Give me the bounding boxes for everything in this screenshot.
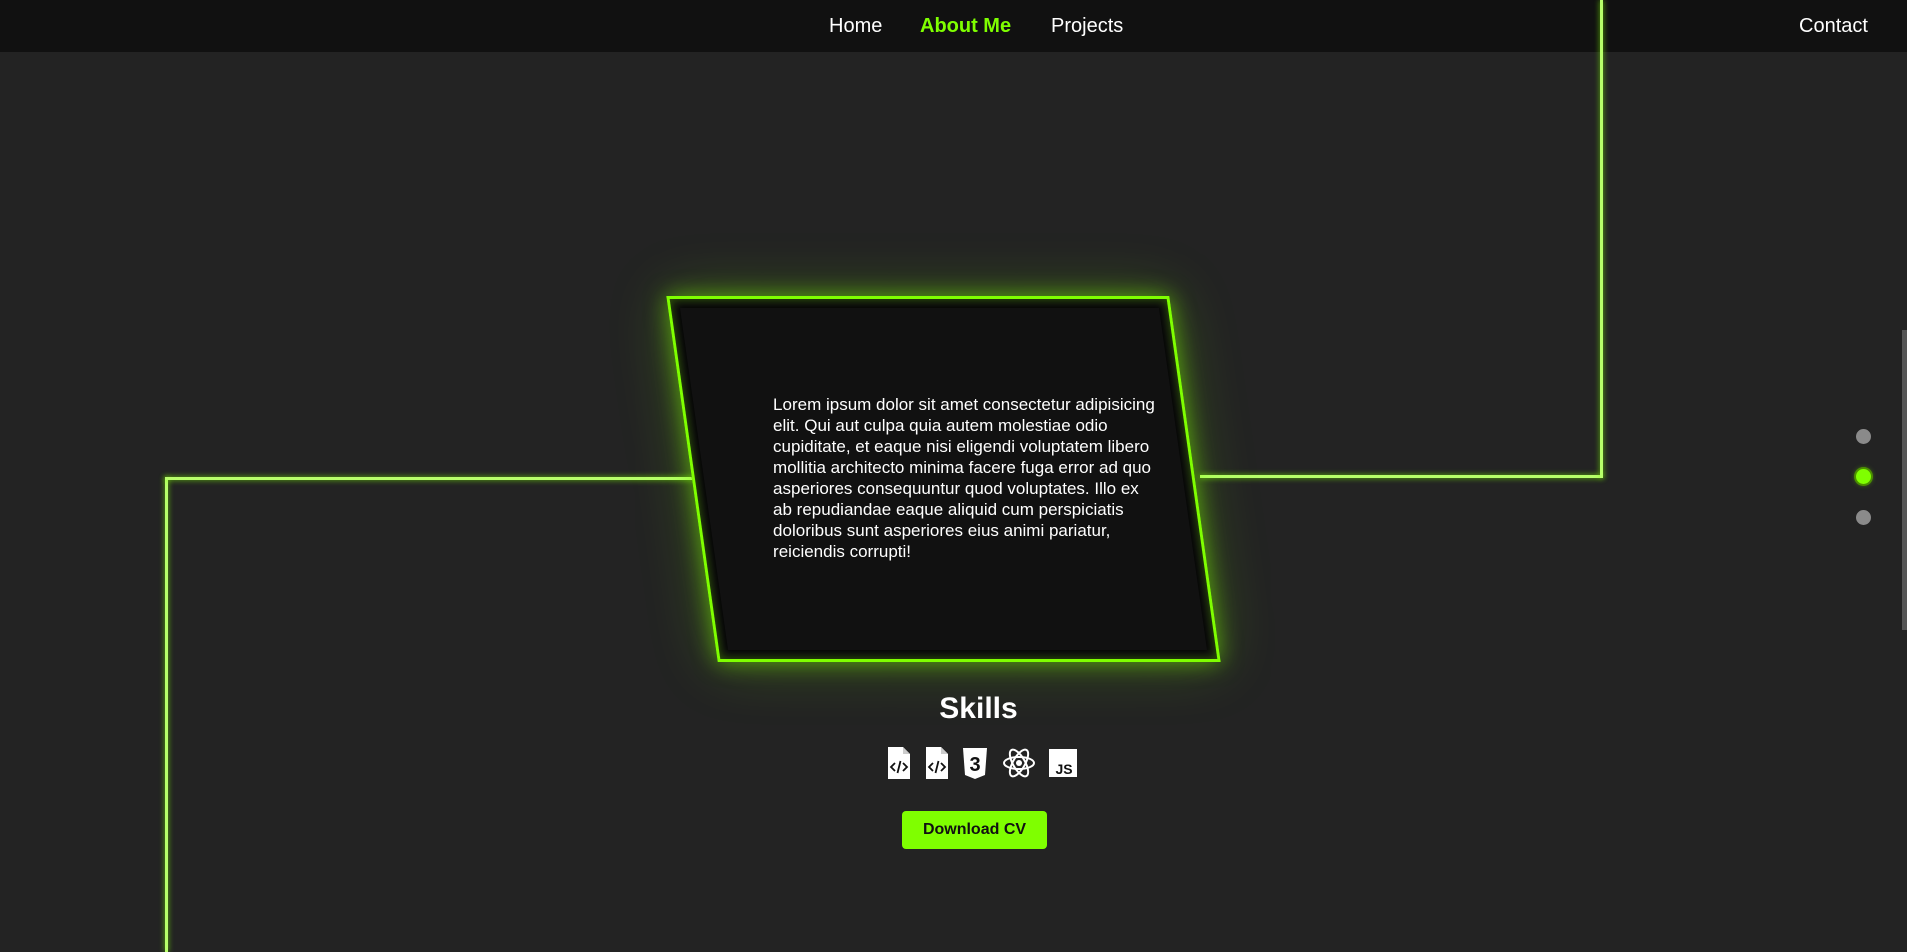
section-dot-1[interactable]: [1856, 429, 1871, 444]
download-cv-button[interactable]: Download CV: [902, 811, 1047, 849]
about-card: Lorem ipsum dolor sit amet consectetur a…: [666, 296, 1221, 662]
nav-link-about-me[interactable]: About Me: [920, 14, 1011, 38]
css3-icon: 3: [962, 746, 988, 780]
section-dot-2-active[interactable]: [1856, 469, 1871, 484]
skills-icons: 3 JS: [886, 746, 1078, 780]
html-file-icon: [886, 746, 912, 780]
nav-link-contact[interactable]: Contact: [1799, 14, 1868, 38]
neon-line-left-horizontal: [165, 477, 695, 480]
css3-badge: 3: [969, 754, 980, 776]
neon-line-right-vertical: [1600, 0, 1603, 478]
nav-link-projects[interactable]: Projects: [1051, 14, 1123, 38]
nav-link-home[interactable]: Home: [829, 14, 882, 38]
section-dot-3[interactable]: [1856, 510, 1871, 525]
javascript-icon: JS: [1048, 746, 1078, 780]
react-icon: [1002, 746, 1036, 780]
code-file-icon: [924, 746, 950, 780]
neon-line-right-horizontal: [1200, 475, 1603, 478]
scrollbar-thumb[interactable]: [1902, 330, 1907, 630]
skills-title: Skills: [939, 692, 1018, 725]
js-badge: JS: [1055, 761, 1072, 777]
navbar: Home About Me Projects Contact: [0, 0, 1907, 52]
about-text: Lorem ipsum dolor sit amet consectetur a…: [773, 395, 1155, 561]
about-card-inner: Lorem ipsum dolor sit amet consectetur a…: [679, 308, 1208, 650]
